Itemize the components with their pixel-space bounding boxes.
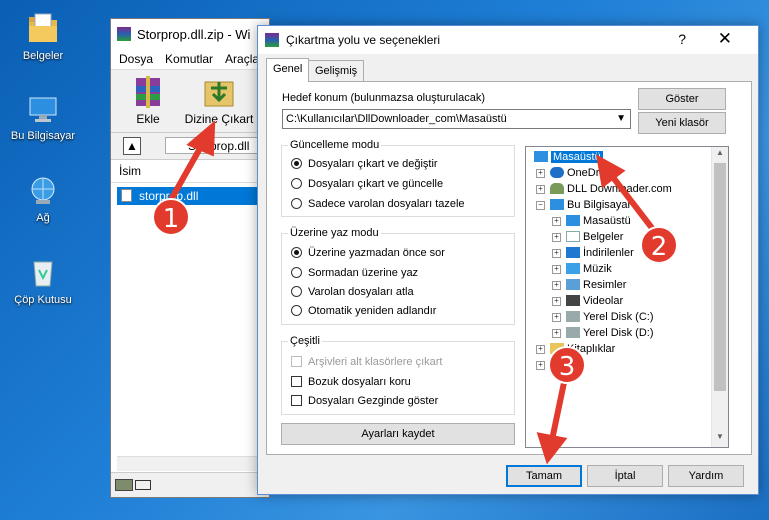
annotation-badge-1: 1 bbox=[152, 198, 190, 236]
tab-genel[interactable]: Genel bbox=[266, 58, 310, 82]
arrow-3-head bbox=[536, 432, 568, 465]
arrow-2 bbox=[609, 173, 658, 235]
arrow-1 bbox=[165, 140, 206, 208]
annotation-badge-2: 2 bbox=[640, 226, 678, 264]
annotation-badge-3: 3 bbox=[548, 346, 586, 384]
arrow-1-head bbox=[186, 120, 216, 157]
